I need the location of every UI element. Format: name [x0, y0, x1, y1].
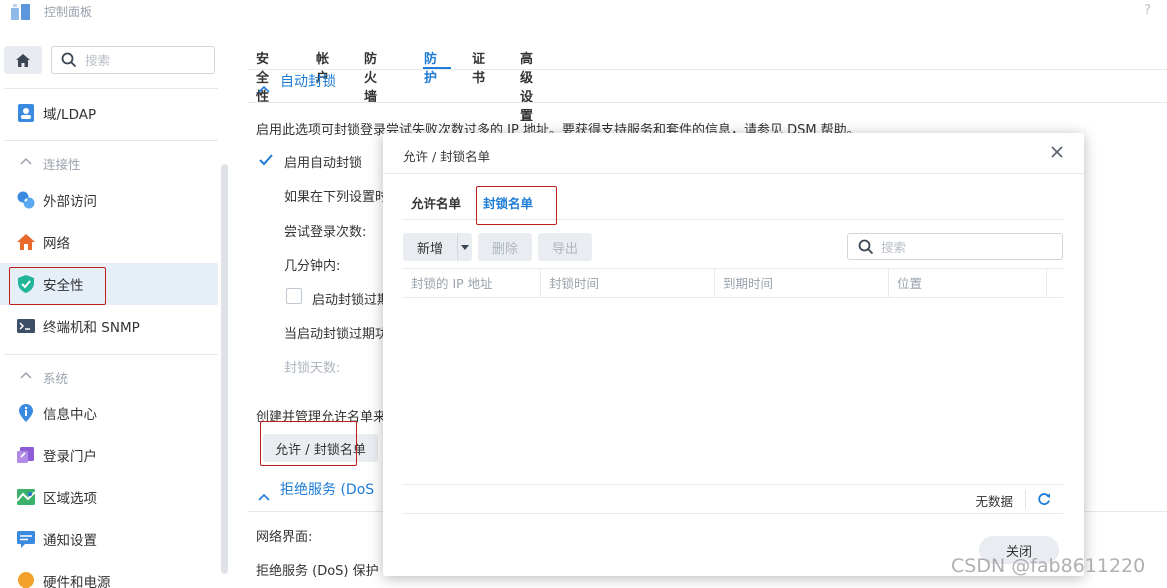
divider [4, 140, 218, 141]
sidebar-scrollbar[interactable] [221, 164, 228, 574]
sidebar-item-notification[interactable]: 通知设置 [0, 518, 218, 560]
dialog-header-divider [383, 173, 1084, 174]
watermark: CSDN @fab8611220 [951, 555, 1146, 577]
sidebar-item-label: 网络 [43, 236, 70, 252]
chevron-up-icon [20, 157, 32, 165]
block-list-table-header: 封锁的 IP 地址 封锁时间 到期时间 位置 [403, 268, 1063, 298]
sidebar-item-label: 硬件和电源 [43, 575, 111, 588]
sidebar: 域/LDAP 连接性 外部访问 网络 安全性 [0, 34, 232, 588]
no-data-label: 无数据 [975, 494, 1013, 509]
regional-map-icon [16, 489, 36, 505]
sidebar-search[interactable] [51, 46, 215, 74]
dialog-title: 允许 / 封锁名单 [403, 149, 491, 164]
sidebar-item-hardware-power[interactable]: 硬件和电源 [0, 560, 218, 588]
block-days-label: 封锁天数: [284, 361, 341, 376]
delete-button[interactable]: 删除 [478, 233, 532, 261]
enable-auto-block-label: 启用自动封锁 [284, 156, 363, 171]
tab-advanced[interactable]: 高级设置 [520, 48, 533, 124]
domain-ldap-icon [18, 104, 34, 122]
terminal-icon [17, 319, 35, 333]
window-title: 控制面板 [44, 5, 93, 19]
home-button[interactable] [4, 46, 42, 74]
search-icon [858, 239, 874, 255]
sidebar-item-label: 信息中心 [43, 407, 97, 423]
enable-auto-block-checkbox[interactable] [258, 152, 274, 168]
sidebar-item-external-access[interactable]: 外部访问 [0, 179, 218, 221]
sidebar-item-info-center[interactable]: 信息中心 [0, 392, 218, 434]
section-divider [248, 102, 1167, 103]
tab-security[interactable]: 安全性 [256, 48, 269, 105]
add-dropdown-button[interactable] [457, 233, 472, 261]
tab-allow-list[interactable]: 允许名单 [411, 193, 461, 212]
control-panel-icon [11, 4, 30, 20]
section-dos-title: 拒绝服务 (DoS [280, 482, 375, 498]
dos-protection-label: 拒绝服务 (DoS) 保护 [256, 564, 379, 579]
sidebar-item-label: 登录门户 [43, 449, 97, 465]
table-footer: 无数据 [403, 484, 1063, 514]
footer-separator [1025, 490, 1026, 509]
external-access-icon [17, 191, 35, 209]
dialog-search-input[interactable] [881, 238, 1051, 256]
sidebar-item-domain-ldap[interactable]: 域/LDAP [0, 92, 218, 134]
chevron-up-icon [20, 371, 32, 379]
sidebar-item-label: 区域选项 [43, 491, 97, 507]
info-pin-icon [19, 404, 33, 422]
sidebar-item-login-portal[interactable]: 登录门户 [0, 434, 218, 476]
sidebar-group-system[interactable]: 系统 [0, 362, 218, 392]
column-header-expire-time[interactable]: 到期时间 [715, 269, 889, 298]
sidebar-item-network[interactable]: 网络 [0, 221, 218, 263]
sidebar-item-label: 通知设置 [43, 533, 97, 549]
sidebar-search-input[interactable] [85, 51, 205, 69]
sidebar-item-terminal-snmp[interactable]: 终端机和 SNMP [0, 305, 218, 347]
section-auto-block-title: 自动封锁 [280, 74, 336, 90]
close-icon[interactable] [1050, 145, 1064, 159]
enable-block-expiration-checkbox[interactable] [286, 288, 302, 304]
highlight-box-block-tab [476, 186, 557, 225]
hardware-bulb-icon [18, 572, 34, 588]
window-titlebar: 控制面板 ? [0, 0, 1167, 24]
column-header-blocked-ip[interactable]: 封锁的 IP 地址 [403, 269, 541, 298]
sidebar-item-regional-options[interactable]: 区域选项 [0, 476, 218, 518]
column-header-location[interactable]: 位置 [889, 269, 1047, 298]
enable-block-expiration-label: 启动封锁过期 [312, 293, 391, 308]
block-condition-label: 如果在下列设置时 [284, 190, 389, 205]
chevron-up-icon [258, 85, 270, 93]
tab-certificate[interactable]: 证书 [472, 48, 485, 86]
sidebar-item-label: 终端机和 SNMP [43, 320, 140, 336]
tabs-divider [248, 69, 1167, 70]
notification-message-icon [17, 531, 35, 548]
dialog-search[interactable] [847, 233, 1063, 260]
sidebar-group-label: 连接性 [43, 157, 81, 172]
login-portal-icon [17, 447, 34, 463]
network-interface-label: 网络界面: [256, 530, 313, 545]
search-icon [61, 52, 77, 68]
home-icon [16, 53, 30, 67]
help-button[interactable]: ? [1144, 3, 1151, 18]
login-attempts-label: 尝试登录次数: [284, 225, 367, 240]
divider [4, 354, 218, 355]
caret-down-icon [461, 244, 469, 250]
sidebar-group-connectivity[interactable]: 连接性 [0, 148, 218, 178]
refresh-icon[interactable] [1037, 492, 1051, 506]
add-button[interactable]: 新增 [403, 233, 457, 261]
sidebar-group-label: 系统 [43, 371, 69, 386]
highlight-box-security [9, 267, 106, 305]
column-header-block-time[interactable]: 封锁时间 [541, 269, 715, 298]
tab-firewall[interactable]: 防火墙 [364, 48, 377, 105]
chevron-up-icon [258, 493, 270, 501]
highlight-box-list-button [260, 421, 357, 466]
divider [4, 88, 218, 89]
sidebar-item-label: 域/LDAP [43, 107, 97, 123]
block-expiration-note: 当启动封锁过期功 [284, 327, 389, 342]
export-button[interactable]: 导出 [538, 233, 592, 261]
network-house-icon [17, 234, 35, 250]
allow-block-list-dialog: 允许 / 封锁名单 允许名单 封锁名单 新增 删除 导出 封锁的 IP 地址 封… [383, 133, 1084, 576]
sidebar-item-label: 外部访问 [43, 194, 97, 210]
within-minutes-label: 几分钟内: [284, 259, 341, 274]
